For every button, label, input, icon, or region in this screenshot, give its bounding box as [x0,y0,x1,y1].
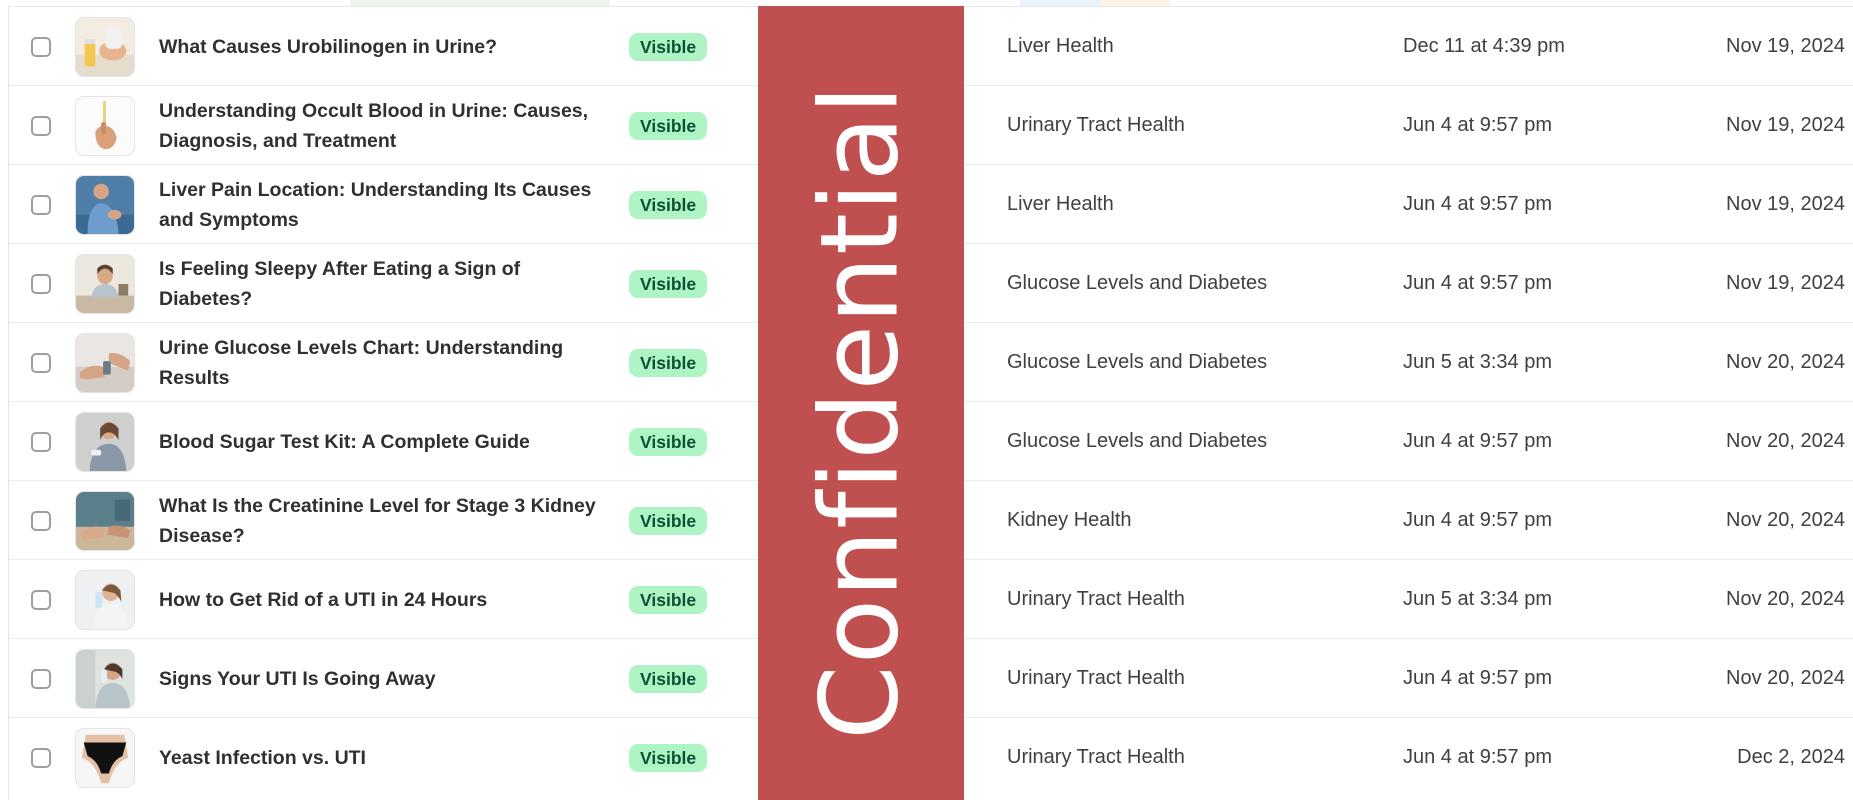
status-badge: Visible [629,506,708,535]
updated-timestamp: Jun 4 at 9:57 pm [1403,667,1552,689]
article-thumbnail[interactable] [75,332,135,393]
article-thumbnail[interactable] [75,411,135,472]
hand-test-strip-photo-icon [76,96,134,155]
category-label: Glucose Levels and Diabetes [1007,351,1268,373]
category-label: Glucose Levels and Diabetes [1007,272,1268,294]
article-thumbnail[interactable] [75,253,135,314]
updated-timestamp: Jun 4 at 9:57 pm [1403,272,1552,294]
published-date: Nov 20, 2024 [1726,430,1845,452]
updated-timestamp: Jun 5 at 3:34 pm [1403,351,1552,373]
updated-timestamp: Jun 4 at 9:57 pm [1403,114,1552,136]
article-thumbnail[interactable] [75,95,135,156]
row-select-checkbox[interactable] [31,273,51,294]
category-label: Kidney Health [1007,509,1132,531]
row-select-checkbox[interactable] [31,431,51,452]
sleepy-woman-desk-photo-icon [76,254,134,313]
status-badge: Visible [629,585,708,614]
underwear-photo-icon [76,728,134,787]
article-thumbnail[interactable] [75,727,135,788]
status-badge: Visible [629,32,708,61]
status-badge: Visible [629,269,708,298]
article-title[interactable]: What Causes Urobilinogen in Urine? [159,32,497,62]
category-label: Liver Health [1007,193,1114,215]
row-select-checkbox[interactable] [31,589,51,610]
category-label: Glucose Levels and Diabetes [1007,430,1268,452]
article-title[interactable]: Liver Pain Location: Understanding Its C… [159,175,599,235]
updated-timestamp: Jun 4 at 9:57 pm [1403,430,1552,452]
row-select-checkbox[interactable] [31,194,51,215]
article-thumbnail[interactable] [75,174,135,235]
article-thumbnail[interactable] [75,490,135,551]
woman-drinking-water-photo-icon [76,570,134,629]
article-thumbnail[interactable] [75,16,135,77]
status-badge: Visible [629,190,708,219]
updated-timestamp: Dec 11 at 4:39 pm [1403,35,1565,57]
status-badge: Visible [629,743,708,772]
updated-timestamp: Jun 4 at 9:57 pm [1403,193,1552,215]
published-date: Nov 20, 2024 [1726,509,1845,531]
article-title[interactable]: What Is the Creatinine Level for Stage 3… [159,491,599,551]
article-title[interactable]: Is Feeling Sleepy After Eating a Sign of… [159,254,599,314]
published-date: Nov 19, 2024 [1726,193,1845,215]
confidential-watermark: Confidential [758,6,964,800]
category-label: Urinary Tract Health [1007,114,1185,136]
article-title[interactable]: Signs Your UTI Is Going Away [159,664,436,694]
updated-timestamp: Jun 5 at 3:34 pm [1403,588,1552,610]
published-date: Nov 20, 2024 [1726,351,1845,373]
published-date: Dec 2, 2024 [1737,746,1845,768]
status-badge: Visible [629,664,708,693]
status-badge: Visible [629,111,708,140]
row-select-checkbox[interactable] [31,668,51,689]
published-date: Nov 20, 2024 [1726,667,1845,689]
article-title[interactable]: How to Get Rid of a UTI in 24 Hours [159,585,487,615]
article-title[interactable]: Understanding Occult Blood in Urine: Cau… [159,96,599,156]
woman-drinking-photo-icon [76,649,134,708]
articles-page: What Causes Urobilinogen in Urine? Visib… [0,0,1853,800]
category-label: Urinary Tract Health [1007,667,1185,689]
updated-timestamp: Jun 4 at 9:57 pm [1403,509,1552,531]
published-date: Nov 20, 2024 [1726,588,1845,610]
urine-sample-photo-icon [76,17,134,76]
article-title[interactable]: Blood Sugar Test Kit: A Complete Guide [159,427,530,457]
published-date: Nov 19, 2024 [1726,114,1845,136]
published-date: Nov 19, 2024 [1726,35,1845,57]
status-badge: Visible [629,348,708,377]
consultation-hands-photo-icon [76,491,134,550]
category-label: Liver Health [1007,35,1114,57]
row-select-checkbox[interactable] [31,510,51,531]
man-side-pain-photo-icon [76,175,134,234]
article-thumbnail[interactable] [75,569,135,630]
row-select-checkbox[interactable] [31,352,51,373]
article-thumbnail[interactable] [75,648,135,709]
watermark-text: Confidential [798,84,923,740]
glucose-test-hands-photo-icon [76,333,134,392]
row-select-checkbox[interactable] [31,115,51,136]
status-badge: Visible [629,427,708,456]
article-title[interactable]: Yeast Infection vs. UTI [159,743,366,773]
woman-test-kit-photo-icon [76,412,134,471]
category-label: Urinary Tract Health [1007,588,1185,610]
row-select-checkbox[interactable] [31,36,51,57]
updated-timestamp: Jun 4 at 9:57 pm [1403,746,1552,768]
article-title[interactable]: Urine Glucose Levels Chart: Understandin… [159,333,599,393]
published-date: Nov 19, 2024 [1726,272,1845,294]
category-label: Urinary Tract Health [1007,746,1185,768]
row-select-checkbox[interactable] [31,747,51,768]
